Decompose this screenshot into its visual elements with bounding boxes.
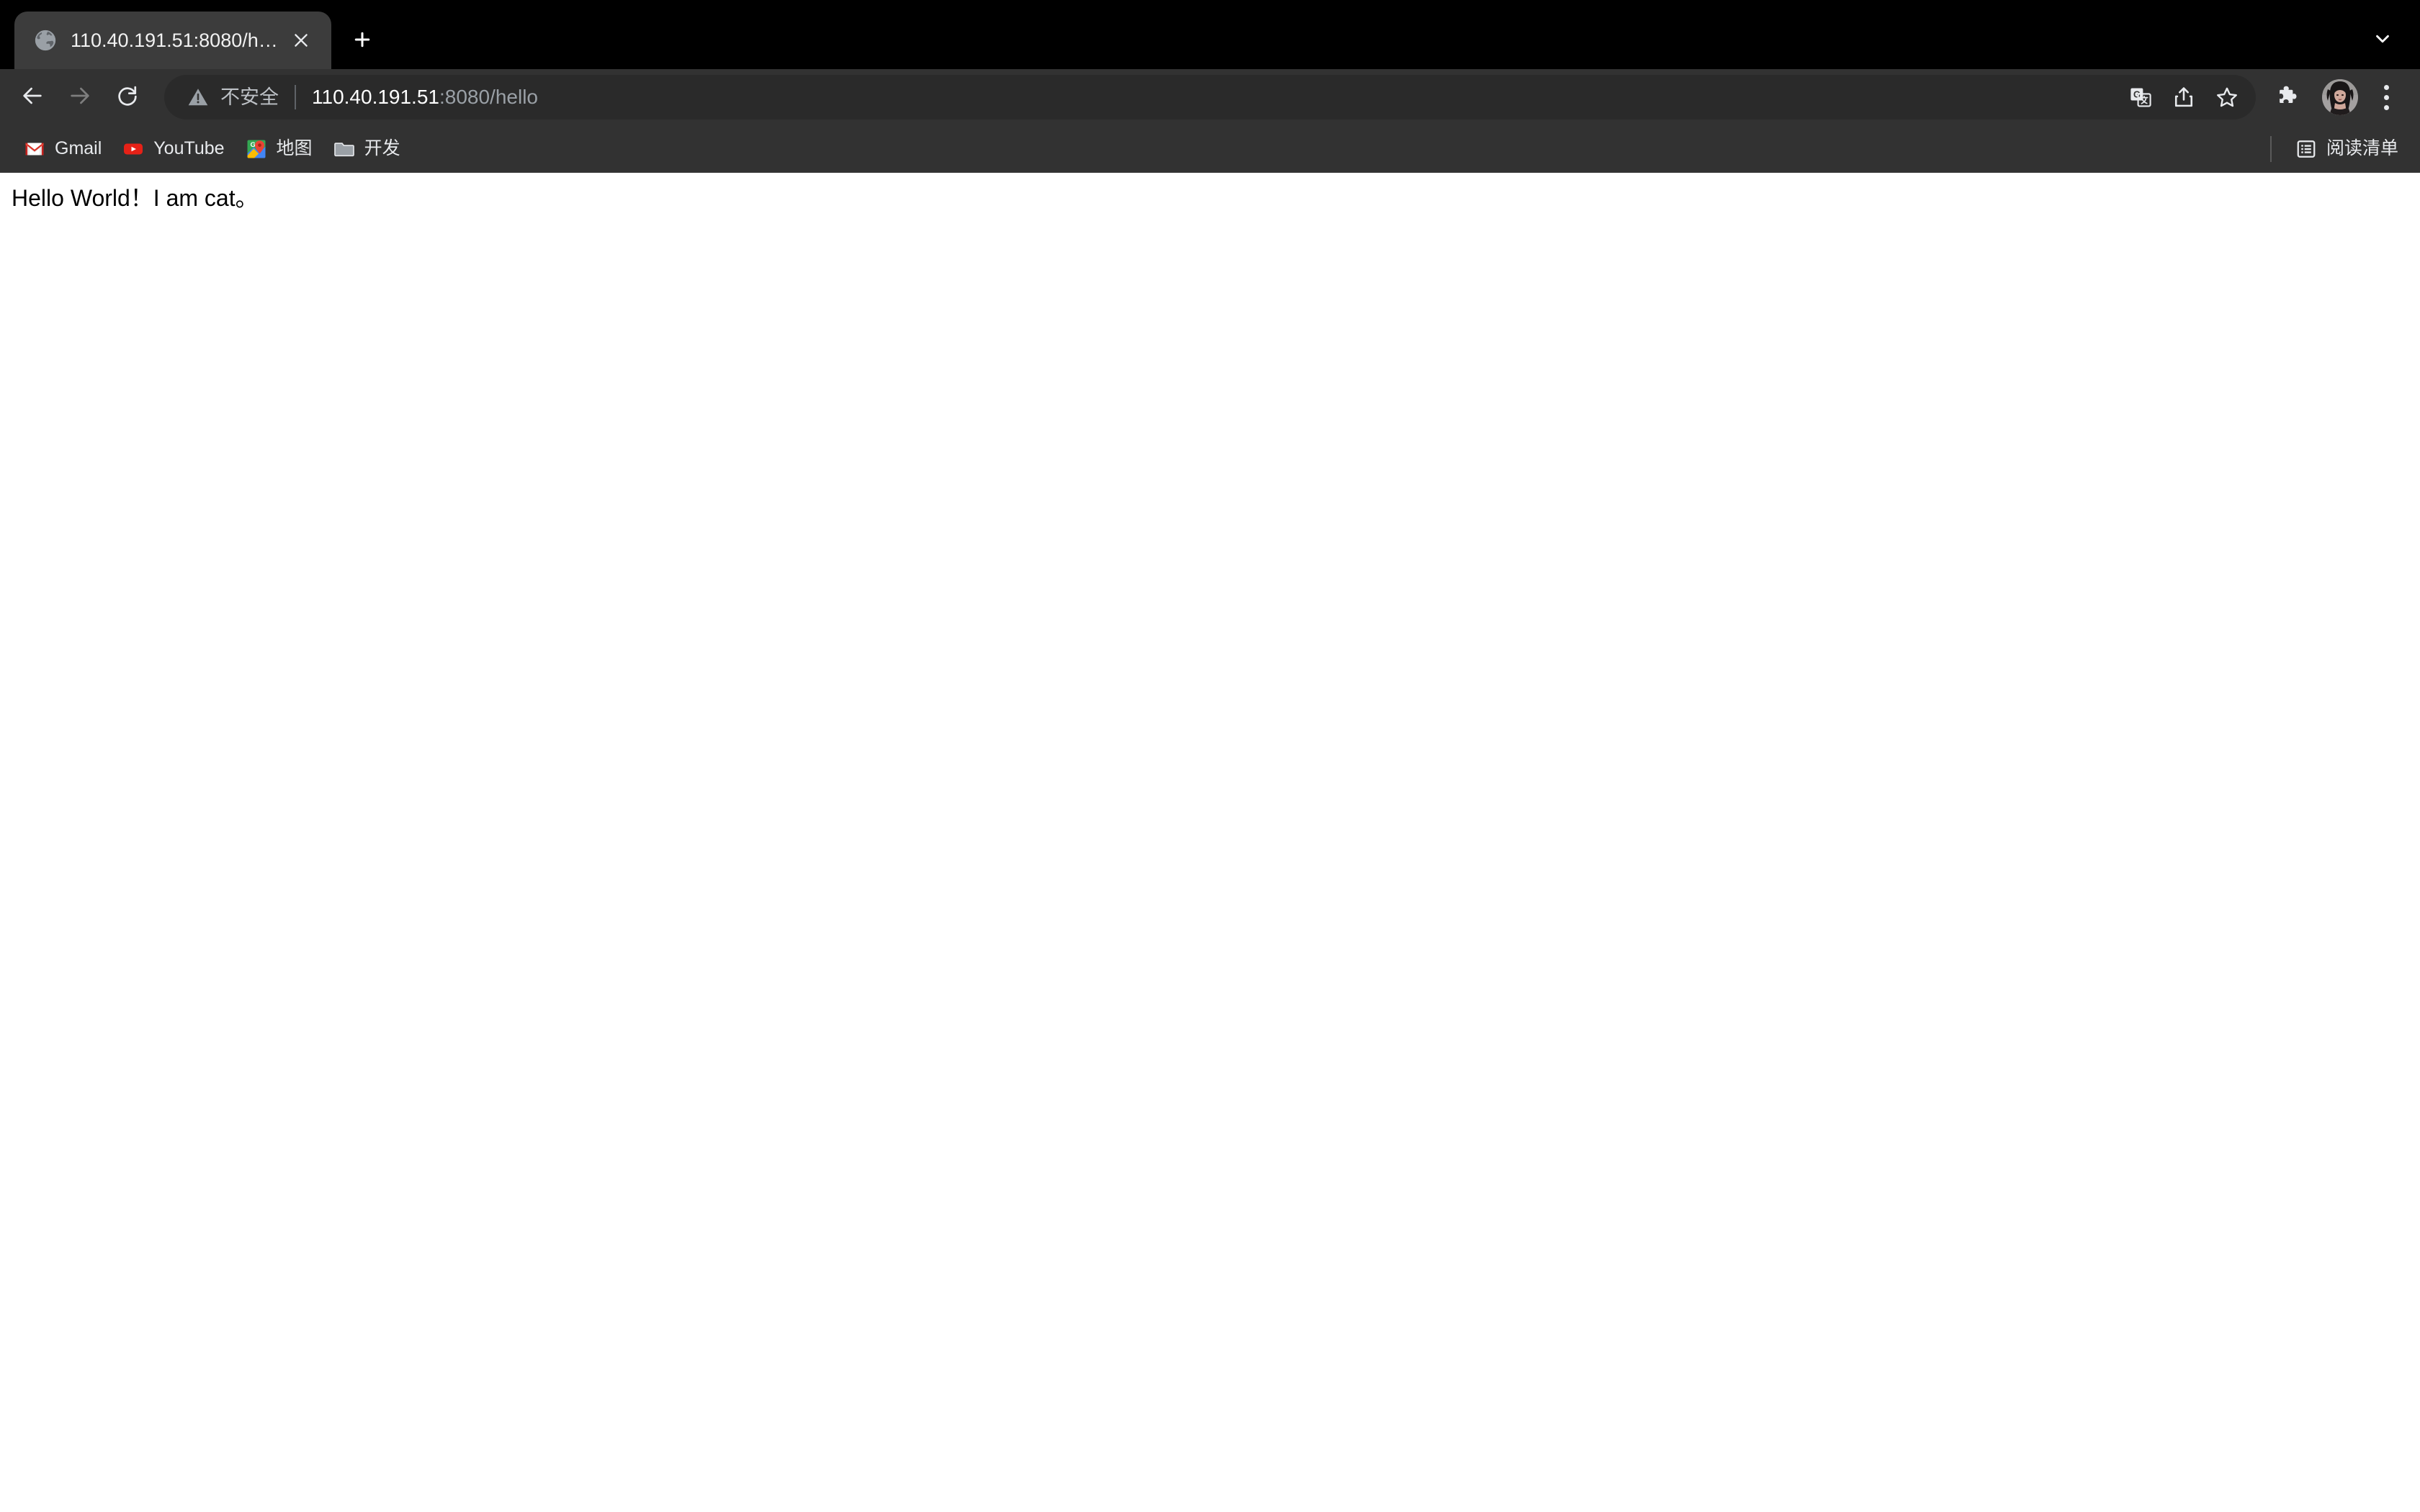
tab-title: 110.40.191.51:8080/hello — [71, 30, 285, 50]
omnibox-actions: G — [2119, 76, 2249, 119]
browser-toolbar: 不安全 110.40.191.51:8080/hello G — [0, 69, 2420, 125]
bookmark-star-icon[interactable] — [2205, 76, 2249, 119]
toolbar-right-controls — [2266, 75, 2406, 120]
reading-list-label: 阅读清单 — [2326, 138, 2398, 158]
close-icon[interactable] — [285, 24, 317, 56]
browser-window: 110.40.191.51:8080/hello 不安全 110.40.191.… — [0, 0, 2420, 1512]
forward-arrow-icon — [68, 84, 92, 112]
reload-icon — [115, 84, 140, 112]
bookmark-label: 开发 — [364, 138, 400, 158]
bookmark-maps[interactable]: G 地图 — [235, 132, 323, 166]
bookmark-youtube[interactable]: YouTube — [112, 132, 234, 166]
gmail-icon — [23, 138, 46, 161]
bookmarks-separator — [2269, 135, 2272, 162]
plus-icon — [351, 29, 373, 54]
bookmark-label: Gmail — [55, 138, 102, 158]
translate-icon[interactable]: G — [2119, 76, 2162, 119]
bookmarks-bar: Gmail YouTube G 地图 开发 阅读清单 — [0, 125, 2420, 173]
reading-list-button[interactable]: 阅读清单 — [2285, 132, 2408, 166]
google-maps-icon: G — [245, 138, 268, 161]
url-text: 110.40.191.51:8080/hello — [312, 87, 2119, 107]
url-path: :8080/hello — [439, 87, 538, 107]
forward-button[interactable] — [58, 75, 102, 120]
menu-dot — [2383, 84, 2389, 90]
three-dot-menu-icon[interactable] — [2367, 76, 2406, 119]
new-tab-button[interactable] — [341, 20, 383, 62]
security-status-text: 不安全 — [220, 86, 279, 108]
bookmark-folder-dev[interactable]: 开发 — [323, 132, 411, 166]
page-viewport: Hello World！I am cat。 — [0, 173, 2420, 1512]
omnibox-separator — [295, 85, 296, 109]
avatar[interactable] — [2322, 79, 2358, 115]
address-bar[interactable]: 不安全 110.40.191.51:8080/hello G — [164, 75, 2256, 120]
page-body-text: Hello World！I am cat。 — [12, 185, 259, 211]
reading-list-icon — [2295, 138, 2318, 161]
back-button[interactable] — [10, 75, 55, 120]
bookmark-label: 地图 — [276, 138, 313, 158]
youtube-icon — [122, 138, 145, 161]
menu-dot — [2383, 104, 2389, 110]
bookmark-label: YouTube — [153, 138, 225, 158]
bookmark-gmail[interactable]: Gmail — [13, 132, 112, 166]
tab-strip: 110.40.191.51:8080/hello — [0, 0, 2420, 69]
chevron-down-icon — [2372, 28, 2393, 53]
share-icon[interactable] — [2162, 76, 2205, 119]
globe-icon — [33, 28, 58, 53]
url-host: 110.40.191.51 — [312, 87, 439, 107]
reload-button[interactable] — [105, 75, 150, 120]
extensions-button[interactable] — [2266, 75, 2311, 120]
security-status-chip[interactable]: 不安全 — [186, 85, 279, 109]
menu-dot — [2383, 94, 2389, 100]
browser-tab[interactable]: 110.40.191.51:8080/hello — [14, 12, 331, 69]
warning-triangle-icon — [186, 85, 210, 109]
tab-search-button[interactable] — [2362, 22, 2403, 59]
tab-strip-right-controls — [2362, 22, 2403, 59]
svg-text:G: G — [250, 141, 255, 149]
back-arrow-icon — [20, 84, 45, 112]
folder-icon — [333, 138, 356, 161]
puzzle-piece-icon — [2276, 84, 2300, 112]
